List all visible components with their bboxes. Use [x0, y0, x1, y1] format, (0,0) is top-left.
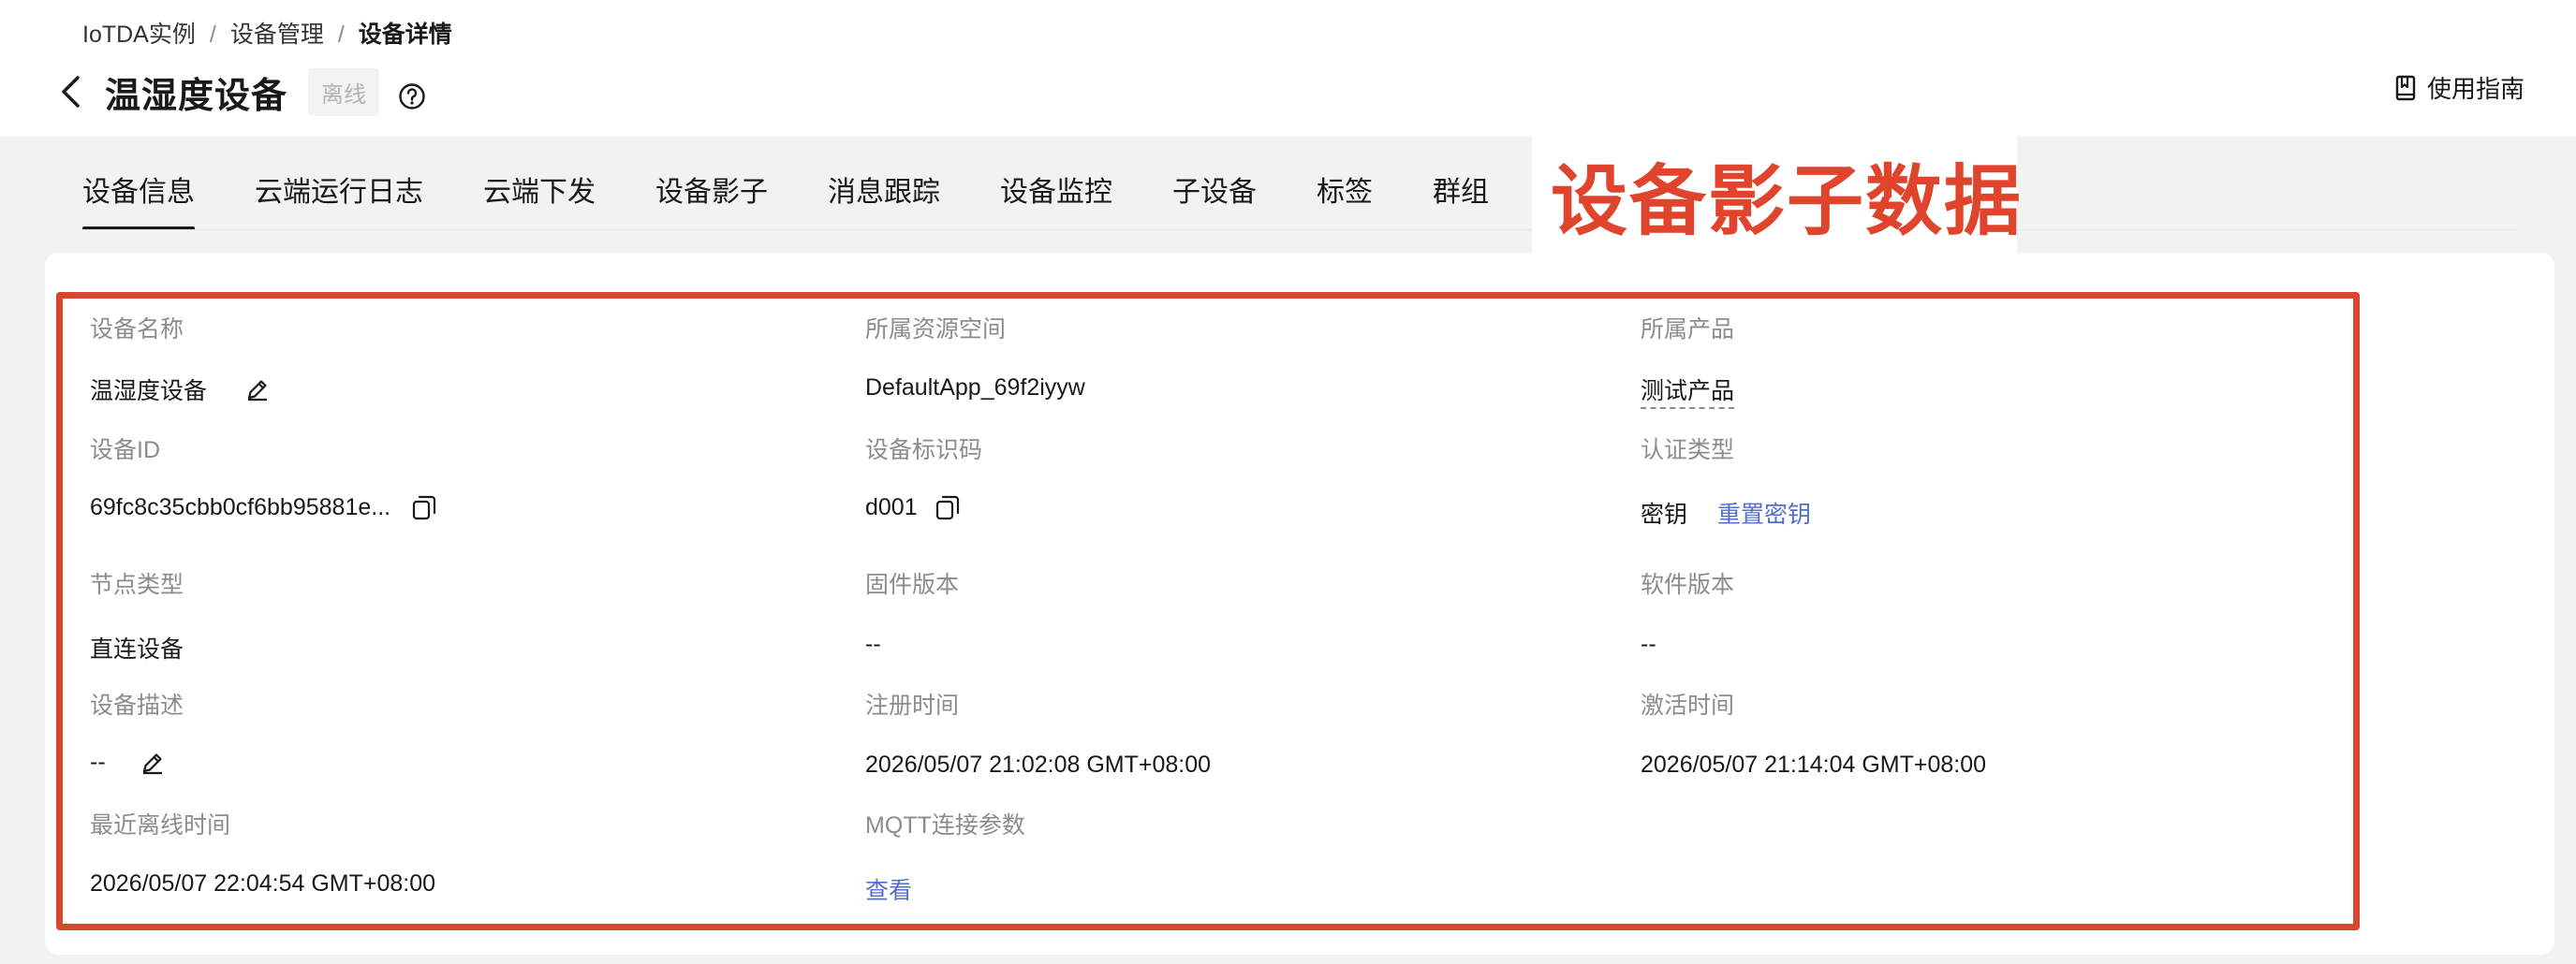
- page-header: IoTDA实例 / 设备管理 / 设备详情 温湿度设备 离线 使用指南: [0, 0, 2576, 137]
- pencil-icon: [247, 380, 268, 402]
- breadcrumb-separator: /: [209, 22, 216, 48]
- copy-device-id-button[interactable]: [411, 493, 437, 521]
- device-id-field: 69fc8c35cbb0cf6bb95881e...: [90, 493, 437, 521]
- breadcrumb-device-management[interactable]: 设备管理: [230, 21, 324, 49]
- auth-type-label: 认证类型: [1641, 437, 1735, 463]
- page-title: 温湿度设备: [105, 76, 288, 116]
- tab-tags[interactable]: 标签: [1317, 170, 1373, 230]
- chevron-left-icon: [62, 76, 80, 108]
- tab-device-monitor[interactable]: 设备监控: [1000, 170, 1112, 230]
- device-name-value: 温湿度设备: [90, 378, 208, 404]
- product-label: 所属产品: [1641, 316, 1735, 343]
- software-version-value: --: [1641, 631, 1656, 657]
- edit-description-button[interactable]: [140, 750, 166, 776]
- breadcrumb-iotda-instance[interactable]: IoTDA实例: [82, 21, 196, 49]
- offline-time-value: 2026/05/07 22:04:54 GMT+08:00: [90, 870, 436, 897]
- node-type-value: 直连设备: [90, 636, 184, 663]
- description-value: --: [90, 749, 106, 775]
- description-label: 设备描述: [90, 693, 184, 719]
- view-mqtt-params-link[interactable]: 查看: [865, 872, 912, 906]
- node-id-field: d001: [865, 493, 961, 521]
- resource-space-value: DefaultApp_69f2iyyw: [865, 374, 1085, 401]
- tab-bar: 设备信息 云端运行日志 云端下发 设备影子 消息跟踪 设备监控 子设备 标签 群…: [82, 170, 1549, 230]
- tab-device-shadow[interactable]: 设备影子: [655, 170, 768, 230]
- resource-space-label: 所属资源空间: [865, 316, 1007, 343]
- firmware-version-label: 固件版本: [865, 572, 960, 598]
- node-id-label: 设备标识码: [865, 437, 983, 463]
- copy-icon: [412, 495, 436, 520]
- annotation-highlight-box: [56, 292, 2360, 930]
- edit-device-name-button[interactable]: [244, 376, 271, 402]
- node-id-value: d001: [865, 493, 918, 520]
- register-time-value: 2026/05/07 21:02:08 GMT+08:00: [865, 752, 1212, 778]
- node-type-label: 节点类型: [90, 572, 184, 598]
- copy-node-id-button[interactable]: [935, 493, 961, 521]
- device-name-label: 设备名称: [90, 316, 184, 343]
- tab-groups[interactable]: 群组: [1433, 170, 1489, 230]
- software-version-label: 软件版本: [1641, 572, 1735, 598]
- book-icon: [2395, 75, 2416, 100]
- breadcrumb-device-detail: 设备详情: [358, 22, 452, 48]
- title-row: 温湿度设备 离线: [54, 66, 426, 118]
- auth-type-field: 密钥 重置密钥: [1641, 496, 1811, 530]
- product-field: 测试产品: [1641, 372, 1735, 409]
- tab-divider: [82, 229, 2517, 230]
- pencil-icon: [142, 752, 162, 774]
- tab-device-info[interactable]: 设备信息: [82, 170, 195, 230]
- status-badge: 离线: [308, 67, 380, 116]
- user-guide-label: 使用指南: [2426, 75, 2524, 103]
- auth-type-value: 密钥: [1641, 502, 1688, 528]
- overlay-annotation-label: 设备影子数据: [1551, 159, 2024, 244]
- help-icon[interactable]: [398, 82, 426, 110]
- user-guide-link[interactable]: 使用指南: [2395, 70, 2524, 105]
- register-time-label: 注册时间: [865, 693, 960, 719]
- back-button[interactable]: [54, 68, 86, 115]
- copy-icon: [935, 495, 959, 520]
- mqtt-params-label: MQTT连接参数: [865, 812, 1025, 839]
- description-field: --: [90, 749, 166, 776]
- mqtt-params-field: 查看: [865, 872, 912, 906]
- tab-cloud-run-log[interactable]: 云端运行日志: [255, 170, 423, 230]
- tab-sub-devices[interactable]: 子设备: [1172, 170, 1257, 230]
- product-link[interactable]: 测试产品: [1641, 372, 1735, 409]
- device-name-field: 温湿度设备: [90, 372, 271, 406]
- device-detail-page: IoTDA实例 / 设备管理 / 设备详情 温湿度设备 离线 使用指南 设备信息…: [0, 0, 2576, 964]
- activate-time-label: 激活时间: [1641, 693, 1735, 719]
- firmware-version-value: --: [865, 631, 881, 657]
- offline-time-label: 最近离线时间: [90, 812, 231, 839]
- breadcrumb-separator: /: [337, 22, 345, 48]
- device-id-value: 69fc8c35cbb0cf6bb95881e...: [90, 493, 391, 520]
- reset-secret-link[interactable]: 重置密钥: [1717, 496, 1811, 530]
- breadcrumb: IoTDA实例 / 设备管理 / 设备详情: [82, 21, 452, 49]
- tab-message-trace[interactable]: 消息跟踪: [828, 170, 940, 230]
- tab-cloud-delivery[interactable]: 云端下发: [483, 170, 596, 230]
- device-id-label: 设备ID: [90, 437, 161, 463]
- activate-time-value: 2026/05/07 21:14:04 GMT+08:00: [1641, 752, 1987, 778]
